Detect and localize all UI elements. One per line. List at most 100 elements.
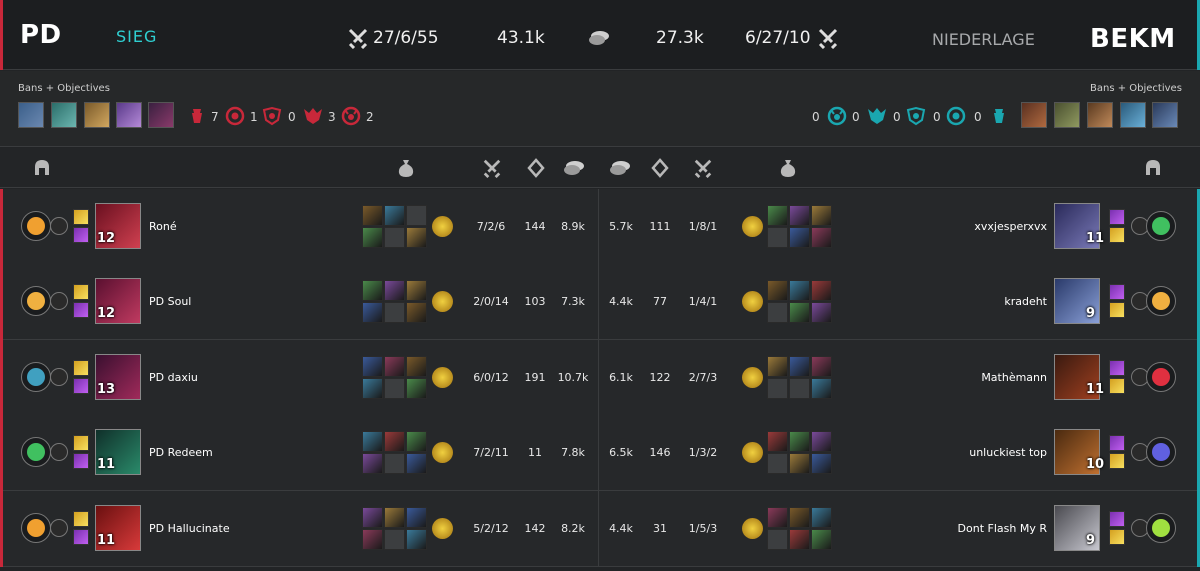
trinket-icon[interactable] [742,216,763,237]
summoner-spell-icon [1109,284,1125,300]
trinket-icon[interactable] [432,442,453,463]
item-slot[interactable] [406,302,427,323]
item-slot[interactable] [384,227,405,248]
item-slot[interactable] [384,431,405,452]
item-slot[interactable] [406,453,427,474]
right-towers-count: 0 [974,110,982,124]
trinket-icon[interactable] [432,291,453,312]
item-slot[interactable] [811,453,832,474]
item-slot[interactable] [811,227,832,248]
item-slot[interactable] [789,356,810,377]
left-result: SIEG [116,27,158,46]
item-slot[interactable] [362,529,383,550]
player-row[interactable]: 11 PD Redeem 7/2/11 11 7.8k 6.5k 146 1/3/2 unluc… [0,415,1200,491]
item-slot[interactable] [767,205,788,226]
player-name[interactable]: xvxjesperxvx [974,220,1047,233]
player-name[interactable]: PD Soul [149,295,191,308]
player-name[interactable]: PD daxiu [149,371,198,384]
item-slot[interactable] [789,280,810,301]
player-row[interactable]: 12 Roné 7/2/6 144 8.9k 5.7k 111 1/8/1 xvxjesperx… [0,189,1200,265]
player-cs: 11 [528,446,542,459]
item-slot[interactable] [789,453,810,474]
trinket-icon[interactable] [432,216,453,237]
left-team-gold: 43.1k [497,28,545,48]
item-slot[interactable] [767,356,788,377]
item-slot[interactable] [811,280,832,301]
trinket-icon[interactable] [742,291,763,312]
item-slot[interactable] [767,431,788,452]
item-slot[interactable] [384,280,405,301]
item-slot[interactable] [811,356,832,377]
item-slot[interactable] [362,453,383,474]
item-slot[interactable] [406,431,427,452]
player-row[interactable]: 12 PD Soul 2/0/14 103 7.3k 4.4k 77 1/4/1 kradeht… [0,264,1200,340]
item-slot[interactable] [406,507,427,528]
player-name[interactable]: kradeht [1004,295,1047,308]
player-name[interactable]: unluckiest top [969,446,1047,459]
player-name[interactable]: Mathèmann [981,371,1047,384]
item-slot[interactable] [406,227,427,248]
player-name[interactable]: PD Hallucinate [149,522,230,535]
player-kda: 2/0/14 [473,295,509,308]
champion-level: 12 [97,231,116,246]
item-slot[interactable] [362,280,383,301]
item-slot[interactable] [811,205,832,226]
item-slot[interactable] [767,227,788,248]
item-slot[interactable] [811,378,832,399]
trinket-icon[interactable] [742,367,763,388]
gold-bag-icon [780,160,796,177]
item-slot[interactable] [811,431,832,452]
trinket-icon[interactable] [432,518,453,539]
item-slot[interactable] [362,356,383,377]
item-slot[interactable] [811,507,832,528]
item-slot[interactable] [384,302,405,323]
item-slot[interactable] [789,507,810,528]
champion-level: 9 [1086,306,1096,321]
item-slot[interactable] [362,378,383,399]
item-slot[interactable] [406,529,427,550]
item-slot[interactable] [789,529,810,550]
item-slot[interactable] [362,507,383,528]
item-slot[interactable] [362,205,383,226]
player-row[interactable]: 13 PD daxiu 6/0/12 191 10.7k 6.1k 122 2/7/3 Math… [0,340,1200,416]
item-slot[interactable] [362,227,383,248]
player-kda: 7/2/6 [476,220,506,233]
player-name[interactable]: Roné [149,220,177,233]
item-slot[interactable] [384,507,405,528]
trinket-icon[interactable] [742,518,763,539]
item-slot[interactable] [384,529,405,550]
item-slot[interactable] [789,205,810,226]
item-slot[interactable] [767,453,788,474]
player-row[interactable]: 11 PD Hallucinate 5/2/12 142 8.2k 4.4k 31 1/5/3… [0,491,1200,567]
item-slot[interactable] [789,227,810,248]
item-slot[interactable] [789,302,810,323]
item-slot[interactable] [406,378,427,399]
item-slot[interactable] [789,431,810,452]
item-slot[interactable] [767,302,788,323]
player-name[interactable]: Dont Flash My R [958,522,1047,535]
item-slot[interactable] [811,302,832,323]
item-slot[interactable] [767,529,788,550]
item-slot[interactable] [384,356,405,377]
trinket-icon[interactable] [432,367,453,388]
item-slot[interactable] [767,280,788,301]
item-slot[interactable] [767,378,788,399]
player-kda: 1/5/3 [688,522,718,535]
item-slot[interactable] [811,529,832,550]
item-slot[interactable] [384,378,405,399]
item-slot[interactable] [767,507,788,528]
item-slot[interactable] [384,453,405,474]
red-team-edge [0,415,3,491]
item-slot[interactable] [789,378,810,399]
item-slot[interactable] [362,431,383,452]
trinket-icon[interactable] [742,442,763,463]
item-slot[interactable] [406,280,427,301]
player-name[interactable]: PD Redeem [149,446,213,459]
summoner-spell-icon [1109,227,1125,243]
red-team-edge [0,264,3,340]
item-slot[interactable] [406,205,427,226]
item-slot[interactable] [406,356,427,377]
ban-champion-icon [18,102,44,128]
item-slot[interactable] [362,302,383,323]
item-slot[interactable] [384,205,405,226]
